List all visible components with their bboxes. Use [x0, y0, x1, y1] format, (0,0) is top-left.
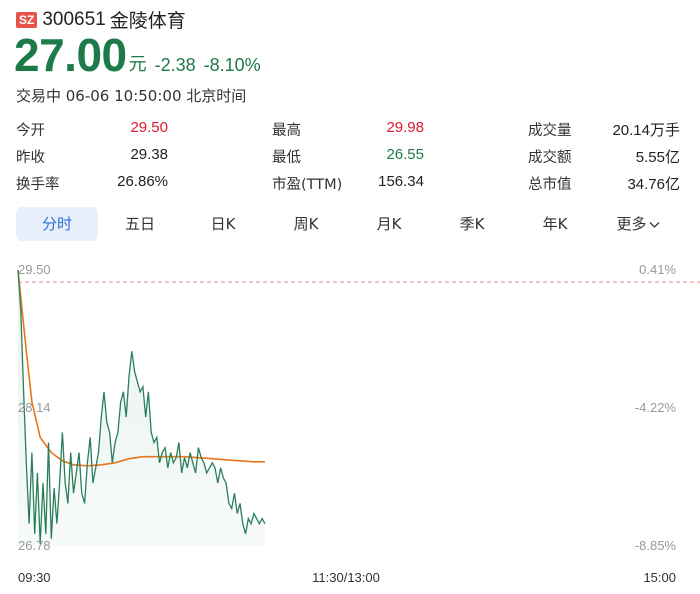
tab-label: 分时 — [41, 215, 72, 233]
stat-label: 换手率 — [16, 177, 60, 193]
stat-value: 5.55亿 — [635, 149, 680, 166]
stat-cell: 成交量 20.14万手 — [528, 119, 680, 140]
stat-value: 26.55 — [386, 146, 424, 163]
stat-cell: 最低 26.55 — [272, 146, 424, 167]
tab-2[interactable]: 日K — [182, 207, 264, 241]
price-row: 27.00 元 -2.38 -8.10% — [14, 30, 261, 80]
stat-value: 34.76亿 — [627, 176, 680, 193]
tab-label: 日K — [210, 215, 236, 233]
stat-value: 29.50 — [130, 119, 168, 136]
stat-value: 20.14万手 — [612, 122, 680, 139]
stat-label: 总市值 — [528, 177, 572, 193]
stat-label: 成交额 — [528, 150, 572, 166]
stat-value: 29.38 — [130, 146, 168, 163]
stat-label: 最低 — [272, 150, 301, 166]
tab-6[interactable]: 年K — [514, 207, 596, 241]
y-tick-right: -4.22% — [635, 400, 677, 415]
market-badge: SZ — [16, 11, 38, 28]
stat-cell: 今开 29.50 — [16, 119, 168, 140]
chevron-down-icon — [649, 222, 659, 228]
stat-cell: 成交额 5.55亿 — [528, 146, 680, 167]
intraday-chart: 29.50 28.14 26.78 0.41% -4.22% -8.85% 09:30 11:… — [17, 262, 700, 585]
tab-0[interactable]: 分时 — [16, 207, 98, 241]
stats-row: 换手率 26.86% 市盈(TTM) 156.34 总市值 34.76亿 — [16, 170, 680, 197]
trading-status: 交易中 06-06 10:50:00 北京时间 — [16, 87, 247, 105]
stat-label: 市盈(TTM) — [272, 177, 343, 193]
stats-row: 昨收 29.38 最低 26.55 成交额 5.55亿 — [16, 143, 680, 170]
y-tick-right: -8.85% — [635, 538, 677, 553]
tab-1[interactable]: 五日 — [99, 207, 181, 241]
tab-4[interactable]: 月K — [348, 207, 430, 241]
tab-7[interactable]: 更多 — [597, 207, 679, 241]
tab-label: 年K — [542, 215, 568, 233]
price-change-pct: -8.10% — [203, 55, 261, 75]
stat-label: 成交量 — [528, 123, 572, 139]
x-tick: 09:30 — [18, 570, 51, 585]
tab-label: 五日 — [124, 215, 155, 233]
tab-5[interactable]: 季K — [431, 207, 513, 241]
stat-cell: 总市值 34.76亿 — [528, 173, 680, 194]
stat-cell: 昨收 29.38 — [16, 146, 168, 167]
tab-label: 月K — [376, 215, 402, 233]
x-tick: 15:00 — [643, 570, 676, 585]
y-tick-left: 29.50 — [18, 262, 51, 277]
stat-cell: 最高 29.98 — [272, 119, 424, 140]
stats-row: 今开 29.50 最高 29.98 成交量 20.14万手 — [16, 116, 680, 143]
stat-label: 最高 — [272, 123, 301, 139]
y-tick-left: 26.78 — [18, 538, 51, 553]
y-tick-right: 0.41% — [639, 262, 676, 277]
tab-label: 更多 — [616, 215, 647, 233]
x-tick: 11:30/13:00 — [312, 570, 380, 585]
stat-label: 今开 — [16, 123, 45, 139]
price-change: -2.38 — [154, 55, 196, 75]
stats-grid: 今开 29.50 最高 29.98 成交量 20.14万手昨收 29.38 最低 26.55 成交… — [16, 116, 680, 197]
stat-value: 26.86% — [117, 173, 168, 190]
stat-label: 昨收 — [16, 150, 45, 166]
tab-label: 季K — [459, 215, 485, 233]
current-price: 27.00 — [14, 29, 127, 81]
stat-cell: 换手率 26.86% — [16, 173, 168, 194]
stat-cell: 市盈(TTM) 156.34 — [272, 173, 424, 194]
period-tabs: 分时 五日 日K 周K 月K 季K 年K 更多 — [16, 207, 686, 241]
stat-value: 29.98 — [386, 119, 424, 136]
y-tick-left: 28.14 — [18, 400, 51, 415]
stock-code: 300651 — [42, 8, 106, 30]
tab-3[interactable]: 周K — [265, 207, 347, 241]
price-unit: 元 — [128, 54, 147, 75]
stat-value: 156.34 — [378, 173, 424, 190]
tab-label: 周K — [293, 215, 319, 233]
